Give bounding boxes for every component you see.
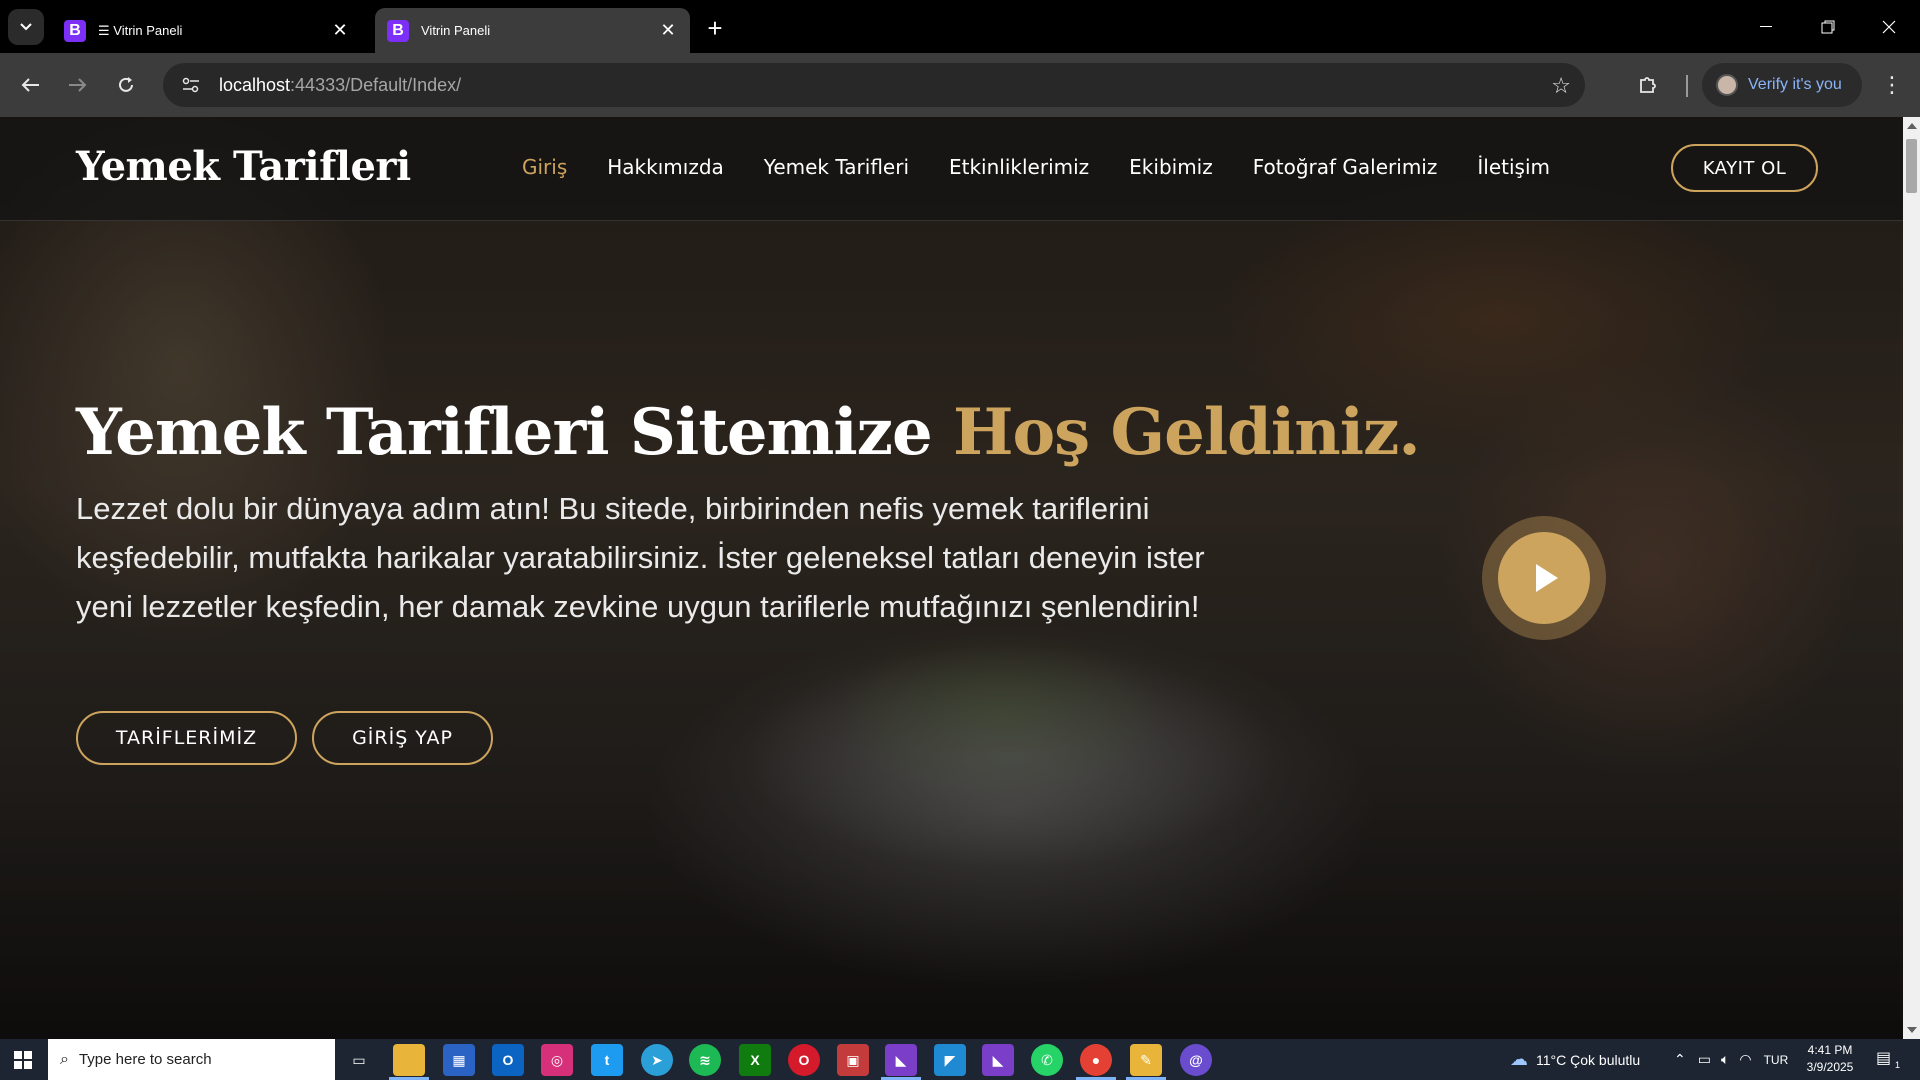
site-settings-icon[interactable] bbox=[169, 63, 213, 107]
chrome-icon[interactable]: ● bbox=[1080, 1044, 1112, 1076]
hero-title-accent: Hoş Geldiniz. bbox=[952, 395, 1421, 470]
windows-taskbar: ⌕ Type here to search ▭ ▦ O ◎ t ➤ ≋ X O … bbox=[0, 1039, 1920, 1080]
toolbar-divider bbox=[1686, 75, 1688, 97]
hero-description: Lezzet dolu bir dünyaya adım atın! Bu si… bbox=[76, 491, 1205, 624]
volume-icon[interactable]: 🔈︎ bbox=[1721, 1051, 1729, 1068]
hero-title: Yemek Tarifleri Sitemize Hoş Geldiniz. bbox=[76, 395, 1421, 470]
tab-title: Vitrin Paneli bbox=[421, 23, 491, 38]
clock-date: 3/9/2025 bbox=[1806, 1060, 1854, 1074]
nav-item-etkinliklerimiz[interactable]: Etkinliklerimiz bbox=[949, 155, 1089, 179]
scroll-down-icon[interactable] bbox=[1907, 1027, 1917, 1033]
notification-icon[interactable]: ▤ 1 bbox=[1876, 1048, 1900, 1070]
telegram-icon[interactable]: ➤ bbox=[641, 1044, 673, 1076]
nav-item-giris[interactable]: Giriş bbox=[522, 155, 567, 179]
tab-search-button[interactable] bbox=[8, 9, 44, 45]
hero-section: Yemek Tarifleri Giriş Hakkımızda Yemek T… bbox=[0, 117, 1903, 1039]
reload-icon[interactable] bbox=[108, 67, 144, 103]
recipes-button[interactable]: TARİFLERİMİZ bbox=[76, 711, 297, 765]
instagram-icon[interactable]: ◎ bbox=[541, 1044, 573, 1076]
task-view-icon[interactable]: ▭ bbox=[343, 1044, 375, 1076]
windows-logo-icon bbox=[14, 1050, 32, 1069]
extensions-puzzle-icon[interactable] bbox=[1630, 67, 1666, 103]
xbox-icon[interactable]: X bbox=[739, 1044, 771, 1076]
more-menu-icon[interactable]: ⋮ bbox=[1874, 67, 1910, 103]
login-button[interactable]: GİRİŞ YAP bbox=[312, 711, 493, 765]
nav-item-fotograf-galerimiz[interactable]: Fotoğraf Galerimiz bbox=[1253, 155, 1438, 179]
battery-icon[interactable]: ▭ bbox=[1698, 1051, 1711, 1068]
scrollbar-thumb[interactable] bbox=[1906, 139, 1917, 193]
paint-icon[interactable]: ✎ bbox=[1130, 1044, 1162, 1076]
close-tab-icon[interactable]: ✕ bbox=[330, 20, 350, 41]
microsoft-store-icon[interactable]: ▦ bbox=[443, 1044, 475, 1076]
tab-strip: B ☰ Vitrin Paneli ✕ B Vitrin Paneli ✕ + bbox=[0, 0, 1920, 53]
nav-item-iletisim[interactable]: İletişim bbox=[1477, 155, 1550, 179]
minimize-icon[interactable] bbox=[1735, 0, 1797, 53]
whatsapp-icon[interactable]: ✆ bbox=[1031, 1044, 1063, 1076]
tab-vitrin-paneli-2[interactable]: B Vitrin Paneli ✕ bbox=[375, 8, 690, 53]
browser-toolbar: localhost:44333/Default/Index/ ☆ Verify … bbox=[0, 53, 1920, 117]
hero-buttons: TARİFLERİMİZ GİRİŞ YAP bbox=[76, 711, 493, 765]
language-indicator[interactable]: TUR bbox=[1764, 1053, 1789, 1067]
tab-vitrin-paneli-1[interactable]: B ☰ Vitrin Paneli ✕ bbox=[52, 8, 362, 53]
nav-item-ekibimiz[interactable]: Ekibimiz bbox=[1129, 155, 1213, 179]
taskbar-clock[interactable]: 4:41 PM 3/9/2025 bbox=[1790, 1042, 1870, 1076]
vscode-icon[interactable]: ◤ bbox=[934, 1044, 966, 1076]
avatar bbox=[1716, 74, 1738, 96]
site-header: Yemek Tarifleri Giriş Hakkımızda Yemek T… bbox=[0, 117, 1903, 221]
hero-content: Yemek Tarifleri Sitemize Hoş Geldiniz. L… bbox=[76, 395, 1421, 631]
restore-icon[interactable] bbox=[1797, 0, 1859, 53]
search-icon: ⌕ bbox=[60, 1050, 69, 1068]
visual-studio-icon-2[interactable]: ◣ bbox=[982, 1044, 1014, 1076]
chevron-up-icon[interactable]: ⌃ bbox=[1674, 1051, 1686, 1068]
bootstrap-favicon-icon: B bbox=[387, 19, 409, 42]
outlook-icon[interactable]: O bbox=[492, 1044, 524, 1076]
scroll-up-icon[interactable] bbox=[1907, 123, 1917, 129]
weather-text: 11°C Çok bulutlu bbox=[1536, 1051, 1641, 1068]
play-icon bbox=[1498, 532, 1590, 624]
profile-label: Verify it's you bbox=[1748, 76, 1842, 93]
notification-count: 1 bbox=[1894, 1060, 1900, 1070]
back-arrow-icon[interactable] bbox=[12, 67, 48, 103]
app-icon[interactable]: ▣ bbox=[837, 1044, 869, 1076]
play-video-button[interactable] bbox=[1482, 516, 1606, 640]
site-logo[interactable]: Yemek Tarifleri bbox=[76, 143, 411, 190]
bootstrap-favicon-icon: B bbox=[64, 19, 86, 42]
profile-verify-button[interactable]: Verify it's you bbox=[1702, 63, 1862, 107]
close-window-icon[interactable] bbox=[1858, 0, 1920, 53]
page-scrollbar[interactable] bbox=[1903, 117, 1920, 1039]
bookmark-star-icon[interactable]: ☆ bbox=[1551, 73, 1571, 99]
url-text: localhost:44333/Default/Index/ bbox=[219, 74, 462, 95]
close-tab-icon[interactable]: ✕ bbox=[658, 20, 678, 41]
file-explorer-icon[interactable] bbox=[393, 1044, 425, 1076]
app-swirl-icon[interactable]: @ bbox=[1180, 1044, 1212, 1076]
search-placeholder: Type here to search bbox=[78, 1051, 212, 1068]
taskbar-search-box[interactable]: ⌕ Type here to search bbox=[48, 1039, 335, 1080]
visual-studio-icon[interactable]: ◣ bbox=[885, 1044, 917, 1076]
nav-item-hakkimizda[interactable]: Hakkımızda bbox=[607, 155, 724, 179]
clock-time: 4:41 PM bbox=[1807, 1043, 1853, 1057]
wifi-icon[interactable]: ◠ bbox=[1739, 1051, 1751, 1068]
register-button[interactable]: KAYIT OL bbox=[1671, 144, 1818, 192]
opera-icon[interactable]: O bbox=[788, 1044, 820, 1076]
chevron-down-icon bbox=[20, 23, 32, 31]
tab-title: ☰ Vitrin Paneli bbox=[98, 22, 183, 38]
nav-item-yemek-tarifleri[interactable]: Yemek Tarifleri bbox=[764, 155, 909, 179]
twitter-icon[interactable]: t bbox=[591, 1044, 623, 1076]
weather-widget[interactable]: ☁ 11°C Çok bulutlu bbox=[1510, 1039, 1640, 1080]
main-nav: Giriş Hakkımızda Yemek Tarifleri Etkinli… bbox=[522, 155, 1590, 179]
new-tab-plus-icon[interactable]: + bbox=[700, 13, 730, 43]
cloud-icon: ☁ bbox=[1510, 1049, 1528, 1069]
address-bar[interactable]: localhost:44333/Default/Index/ ☆ bbox=[163, 63, 1585, 107]
forward-arrow-icon[interactable] bbox=[60, 67, 96, 103]
spotify-icon[interactable]: ≋ bbox=[689, 1044, 721, 1076]
system-tray: ⌃ ▭ 🔈︎ ◠ TUR bbox=[1674, 1039, 1788, 1080]
windows-start-button[interactable] bbox=[0, 1039, 46, 1080]
